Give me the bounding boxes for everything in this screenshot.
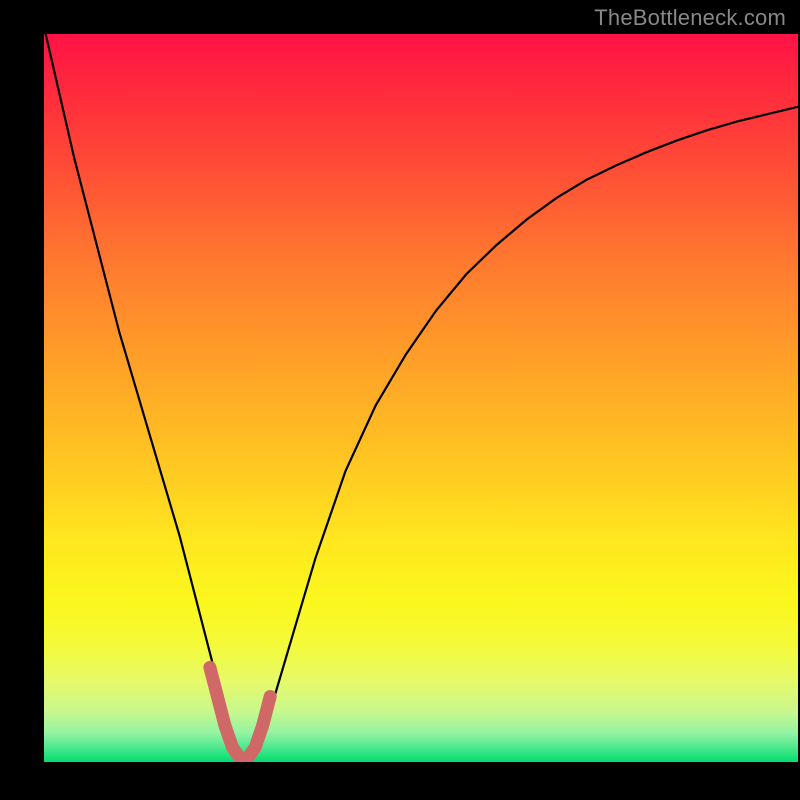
plot-area bbox=[44, 34, 798, 762]
watermark-text: TheBottleneck.com bbox=[594, 5, 786, 31]
curve-layer bbox=[44, 34, 798, 762]
bottleneck-curve bbox=[44, 34, 798, 762]
curve-highlight bbox=[210, 667, 270, 758]
chart-container: TheBottleneck.com bbox=[0, 0, 800, 800]
